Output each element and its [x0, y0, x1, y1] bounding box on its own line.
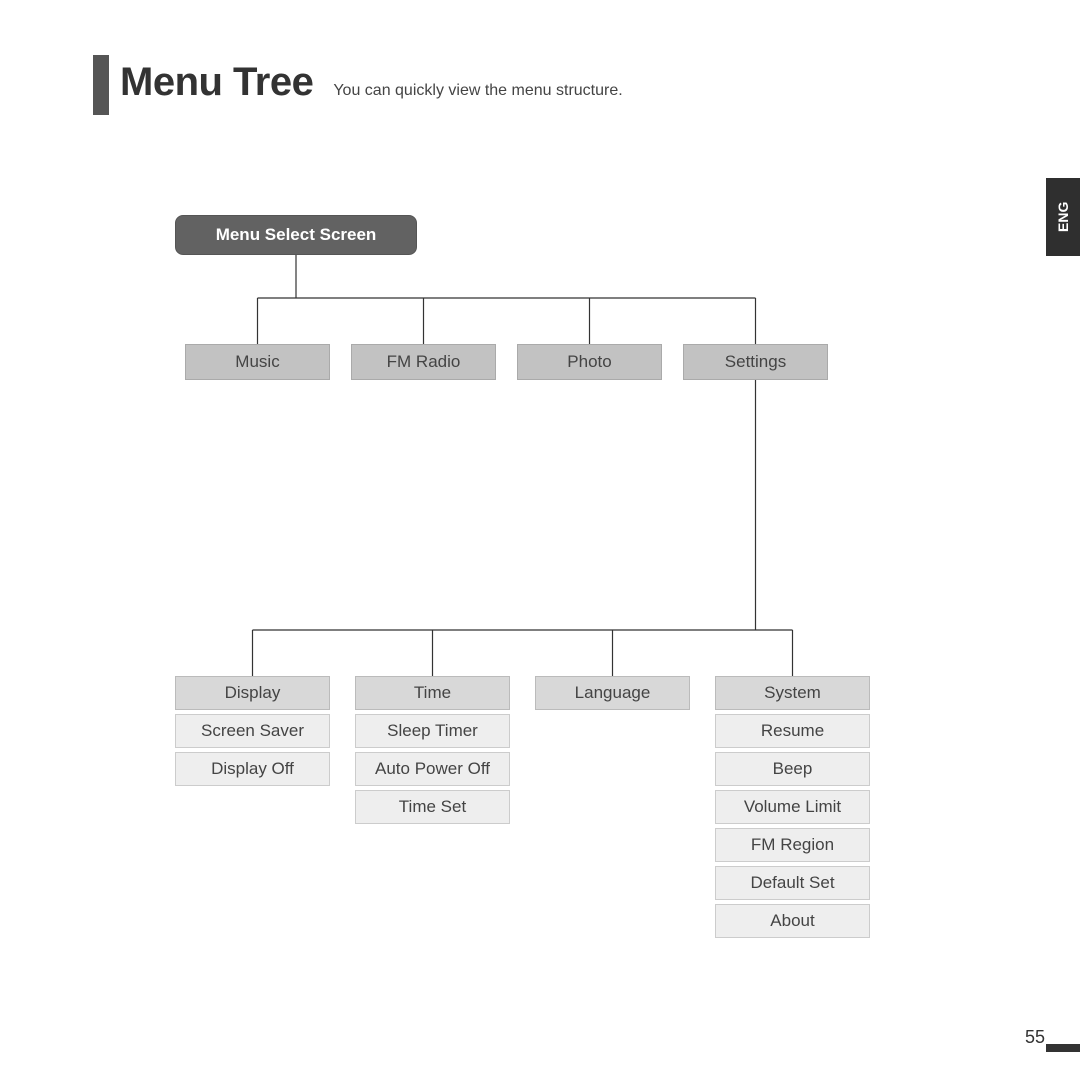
menu-node-fm-radio: FM Radio [351, 344, 496, 380]
menu-node-about: About [715, 904, 870, 938]
menu-node-volume-limit: Volume Limit [715, 790, 870, 824]
menu-node-beep: Beep [715, 752, 870, 786]
menu-node-display: Display [175, 676, 330, 710]
menu-node-system: System [715, 676, 870, 710]
tree-connectors [0, 0, 1080, 1080]
menu-node-auto-power-off: Auto Power Off [355, 752, 510, 786]
menu-node-time: Time [355, 676, 510, 710]
menu-node-music: Music [185, 344, 330, 380]
menu-node-sleep-timer: Sleep Timer [355, 714, 510, 748]
language-tab: ENG [1046, 178, 1080, 256]
page-header: Menu Tree You can quickly view the menu … [120, 60, 623, 105]
menu-node-language: Language [535, 676, 690, 710]
menu-root-node: Menu Select Screen [175, 215, 417, 255]
page-subtitle: You can quickly view the menu structure. [333, 82, 622, 100]
menu-node-time-set: Time Set [355, 790, 510, 824]
page-title: Menu Tree [120, 60, 313, 105]
menu-node-display-off: Display Off [175, 752, 330, 786]
page-number: 55 [1025, 1027, 1045, 1048]
page-number-mark [1046, 1044, 1080, 1052]
menu-node-photo: Photo [517, 344, 662, 380]
title-accent-bar [93, 55, 109, 115]
menu-node-settings: Settings [683, 344, 828, 380]
menu-node-default-set: Default Set [715, 866, 870, 900]
menu-node-fm-region: FM Region [715, 828, 870, 862]
menu-node-screen-saver: Screen Saver [175, 714, 330, 748]
menu-node-resume: Resume [715, 714, 870, 748]
